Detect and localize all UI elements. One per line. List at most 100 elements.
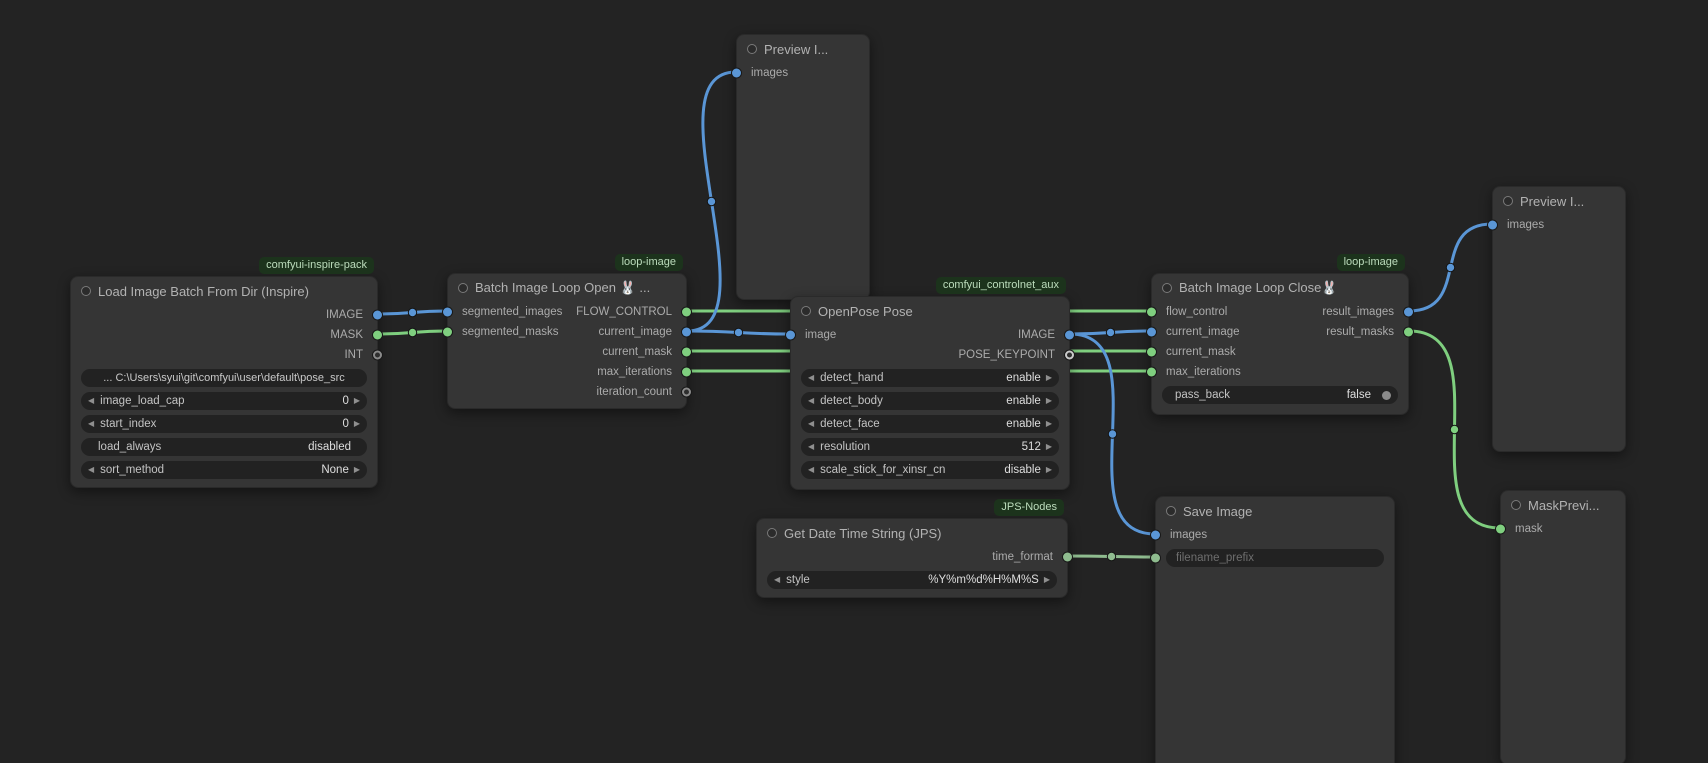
collapse-icon[interactable] xyxy=(1503,196,1513,206)
widget-scale_stick_for_xinsr_cn[interactable]: ◀scale_stick_for_xinsr_cndisable▶ xyxy=(801,461,1059,479)
collapse-icon[interactable] xyxy=(747,44,757,54)
widget-arrow-left-icon[interactable]: ◀ xyxy=(808,420,814,428)
widget-arrow-left-icon[interactable]: ◀ xyxy=(808,374,814,382)
widget-detect_body[interactable]: ◀detect_bodyenable▶ xyxy=(801,392,1059,410)
widget-arrow-right-icon[interactable]: ▶ xyxy=(1046,374,1052,382)
widget-pass_back[interactable]: pass_backfalse xyxy=(1162,386,1398,404)
widget-arrow-right-icon[interactable]: ▶ xyxy=(354,466,360,474)
widget-row: ◀sort_methodNone▶ xyxy=(81,461,367,479)
slot-dot-result_images[interactable] xyxy=(1404,308,1413,317)
node-title-bar[interactable]: MaskPrevi... xyxy=(1501,491,1625,519)
collapse-icon[interactable] xyxy=(1511,500,1521,510)
slot-row: time_format xyxy=(757,547,1067,567)
widget-arrow-right-icon[interactable]: ▶ xyxy=(1046,397,1052,405)
collapse-icon[interactable] xyxy=(458,283,468,293)
node-title: Save Image xyxy=(1183,504,1252,519)
widget-arrow-right-icon[interactable]: ▶ xyxy=(1046,466,1052,474)
slot-dot-current_mask[interactable] xyxy=(1147,348,1156,357)
widget-value: disable xyxy=(1004,464,1040,476)
collapse-icon[interactable] xyxy=(801,306,811,316)
widget-detect_face[interactable]: ◀detect_faceenable▶ xyxy=(801,415,1059,433)
slot-dot-segmented_masks[interactable] xyxy=(443,328,452,337)
node-title-bar[interactable]: Load Image Batch From Dir (Inspire) xyxy=(71,277,377,305)
widget-arrow-left-icon[interactable]: ◀ xyxy=(808,443,814,451)
node-title: Batch Image Loop Close🐰 xyxy=(1179,280,1338,296)
slot-dot-mask[interactable] xyxy=(1496,525,1505,534)
widget-sort_method[interactable]: ◀sort_methodNone▶ xyxy=(81,461,367,479)
widget-arrow-left-icon[interactable]: ◀ xyxy=(88,420,94,428)
node-mask-preview[interactable]: MaskPrevi...mask xyxy=(1500,490,1626,763)
slot-row: MASK xyxy=(71,325,377,345)
slot-label: time_format xyxy=(992,547,1053,567)
slot-dot-iteration_count[interactable] xyxy=(682,388,691,397)
node-title-bar[interactable]: OpenPose Pose xyxy=(791,297,1069,325)
node-batch-loop-open[interactable]: loop-imageBatch Image Loop Open 🐰 ...seg… xyxy=(447,273,687,409)
slot-dot-current_image[interactable] xyxy=(682,328,691,337)
slot-dot-image[interactable] xyxy=(786,331,795,340)
widget-value[interactable]: ... C:\Users\syui\git\comfyui\user\defau… xyxy=(81,369,367,387)
collapse-icon[interactable] xyxy=(81,286,91,296)
node-title-bar[interactable]: Batch Image Loop Close🐰 xyxy=(1152,274,1408,302)
slot-dot-images[interactable] xyxy=(732,69,741,78)
slot-dot-POSE_KEYPOINT[interactable] xyxy=(1065,351,1074,360)
slot-dot-max_iterations[interactable] xyxy=(682,368,691,377)
widget-arrow-left-icon[interactable]: ◀ xyxy=(88,397,94,405)
node-title-bar[interactable]: Batch Image Loop Open 🐰 ... xyxy=(448,274,686,302)
widget-name: detect_hand xyxy=(820,372,883,384)
slot-dot-images[interactable] xyxy=(1151,531,1160,540)
node-load-image-batch[interactable]: comfyui-inspire-packLoad Image Batch Fro… xyxy=(70,276,378,488)
node-preview-image-top[interactable]: Preview I...images xyxy=(736,34,870,300)
widget-arrow-left-icon[interactable]: ◀ xyxy=(808,397,814,405)
slot-dot-current_image[interactable] xyxy=(1147,328,1156,337)
collapse-icon[interactable] xyxy=(1162,283,1172,293)
collapse-icon[interactable] xyxy=(1166,506,1176,516)
widget-arrow-left-icon[interactable]: ◀ xyxy=(774,576,780,584)
slot-dot-MASK[interactable] xyxy=(373,331,382,340)
toggle-icon[interactable] xyxy=(1382,391,1391,400)
node-preview-image-right[interactable]: Preview I...images xyxy=(1492,186,1626,452)
widget-load_always[interactable]: load_alwaysdisabled xyxy=(81,438,367,456)
node-title-bar[interactable]: Preview I... xyxy=(1493,187,1625,215)
slot-dot-IMAGE[interactable] xyxy=(1065,331,1074,340)
slot-dot-IMAGE[interactable] xyxy=(373,311,382,320)
node-graph: comfyui-inspire-packLoad Image Batch Fro… xyxy=(0,0,1708,763)
node-title-bar[interactable]: Save Image xyxy=(1156,497,1394,525)
widget-arrow-right-icon[interactable]: ▶ xyxy=(1046,443,1052,451)
node-openpose-pose[interactable]: comfyui_controlnet_auxOpenPose Poseimage… xyxy=(790,296,1070,490)
widget-arrow-right-icon[interactable]: ▶ xyxy=(1044,576,1050,584)
collapse-icon[interactable] xyxy=(767,528,777,538)
widget-value: 512 xyxy=(1022,441,1041,453)
slot-dot-flow_control[interactable] xyxy=(1147,308,1156,317)
widget-style[interactable]: ◀style%Y%m%d%H%M%S▶ xyxy=(767,571,1057,589)
widget-start_index[interactable]: ◀start_index0▶ xyxy=(81,415,367,433)
node-save-image[interactable]: Save Imageimagesfilename_prefix xyxy=(1155,496,1395,763)
slot-row: images xyxy=(1156,525,1394,545)
slot-label: FLOW_CONTROL xyxy=(576,302,672,322)
slot-dot-INT[interactable] xyxy=(373,351,382,360)
widget-arrow-right-icon[interactable]: ▶ xyxy=(354,420,360,428)
widget-row: ◀style%Y%m%d%H%M%S▶ xyxy=(767,571,1057,589)
widget-image_load_cap[interactable]: ◀image_load_cap0▶ xyxy=(81,392,367,410)
widget-arrow-left-icon[interactable]: ◀ xyxy=(88,466,94,474)
slot-dot-current_mask[interactable] xyxy=(682,348,691,357)
slot-row: current_mask xyxy=(1152,342,1408,362)
node-source-badge: loop-image xyxy=(1337,254,1405,271)
widget-arrow-left-icon[interactable]: ◀ xyxy=(808,466,814,474)
widget-arrow-right-icon[interactable]: ▶ xyxy=(354,397,360,405)
slot-dot-segmented_images[interactable] xyxy=(443,308,452,317)
slot-dot-result_masks[interactable] xyxy=(1404,328,1413,337)
graph-canvas[interactable]: { "colors": { "IMAGE": "#5a96d6", "MASK"… xyxy=(0,0,1708,763)
node-batch-loop-close[interactable]: loop-imageBatch Image Loop Close🐰flow_co… xyxy=(1151,273,1409,415)
node-get-datetime[interactable]: JPS-NodesGet Date Time String (JPS)time_… xyxy=(756,518,1068,598)
slot-dot-time_format[interactable] xyxy=(1063,553,1072,562)
node-title-bar[interactable]: Get Date Time String (JPS) xyxy=(757,519,1067,547)
node-title-bar[interactable]: Preview I... xyxy=(737,35,869,63)
widget-detect_hand[interactable]: ◀detect_handenable▶ xyxy=(801,369,1059,387)
slot-dot-filename_prefix[interactable] xyxy=(1151,554,1160,563)
node-source-badge: comfyui_controlnet_aux xyxy=(936,277,1066,294)
slot-dot-FLOW_CONTROL[interactable] xyxy=(682,308,691,317)
slot-dot-images[interactable] xyxy=(1488,221,1497,230)
widget-arrow-right-icon[interactable]: ▶ xyxy=(1046,420,1052,428)
widget-resolution[interactable]: ◀resolution512▶ xyxy=(801,438,1059,456)
slot-dot-max_iterations[interactable] xyxy=(1147,368,1156,377)
